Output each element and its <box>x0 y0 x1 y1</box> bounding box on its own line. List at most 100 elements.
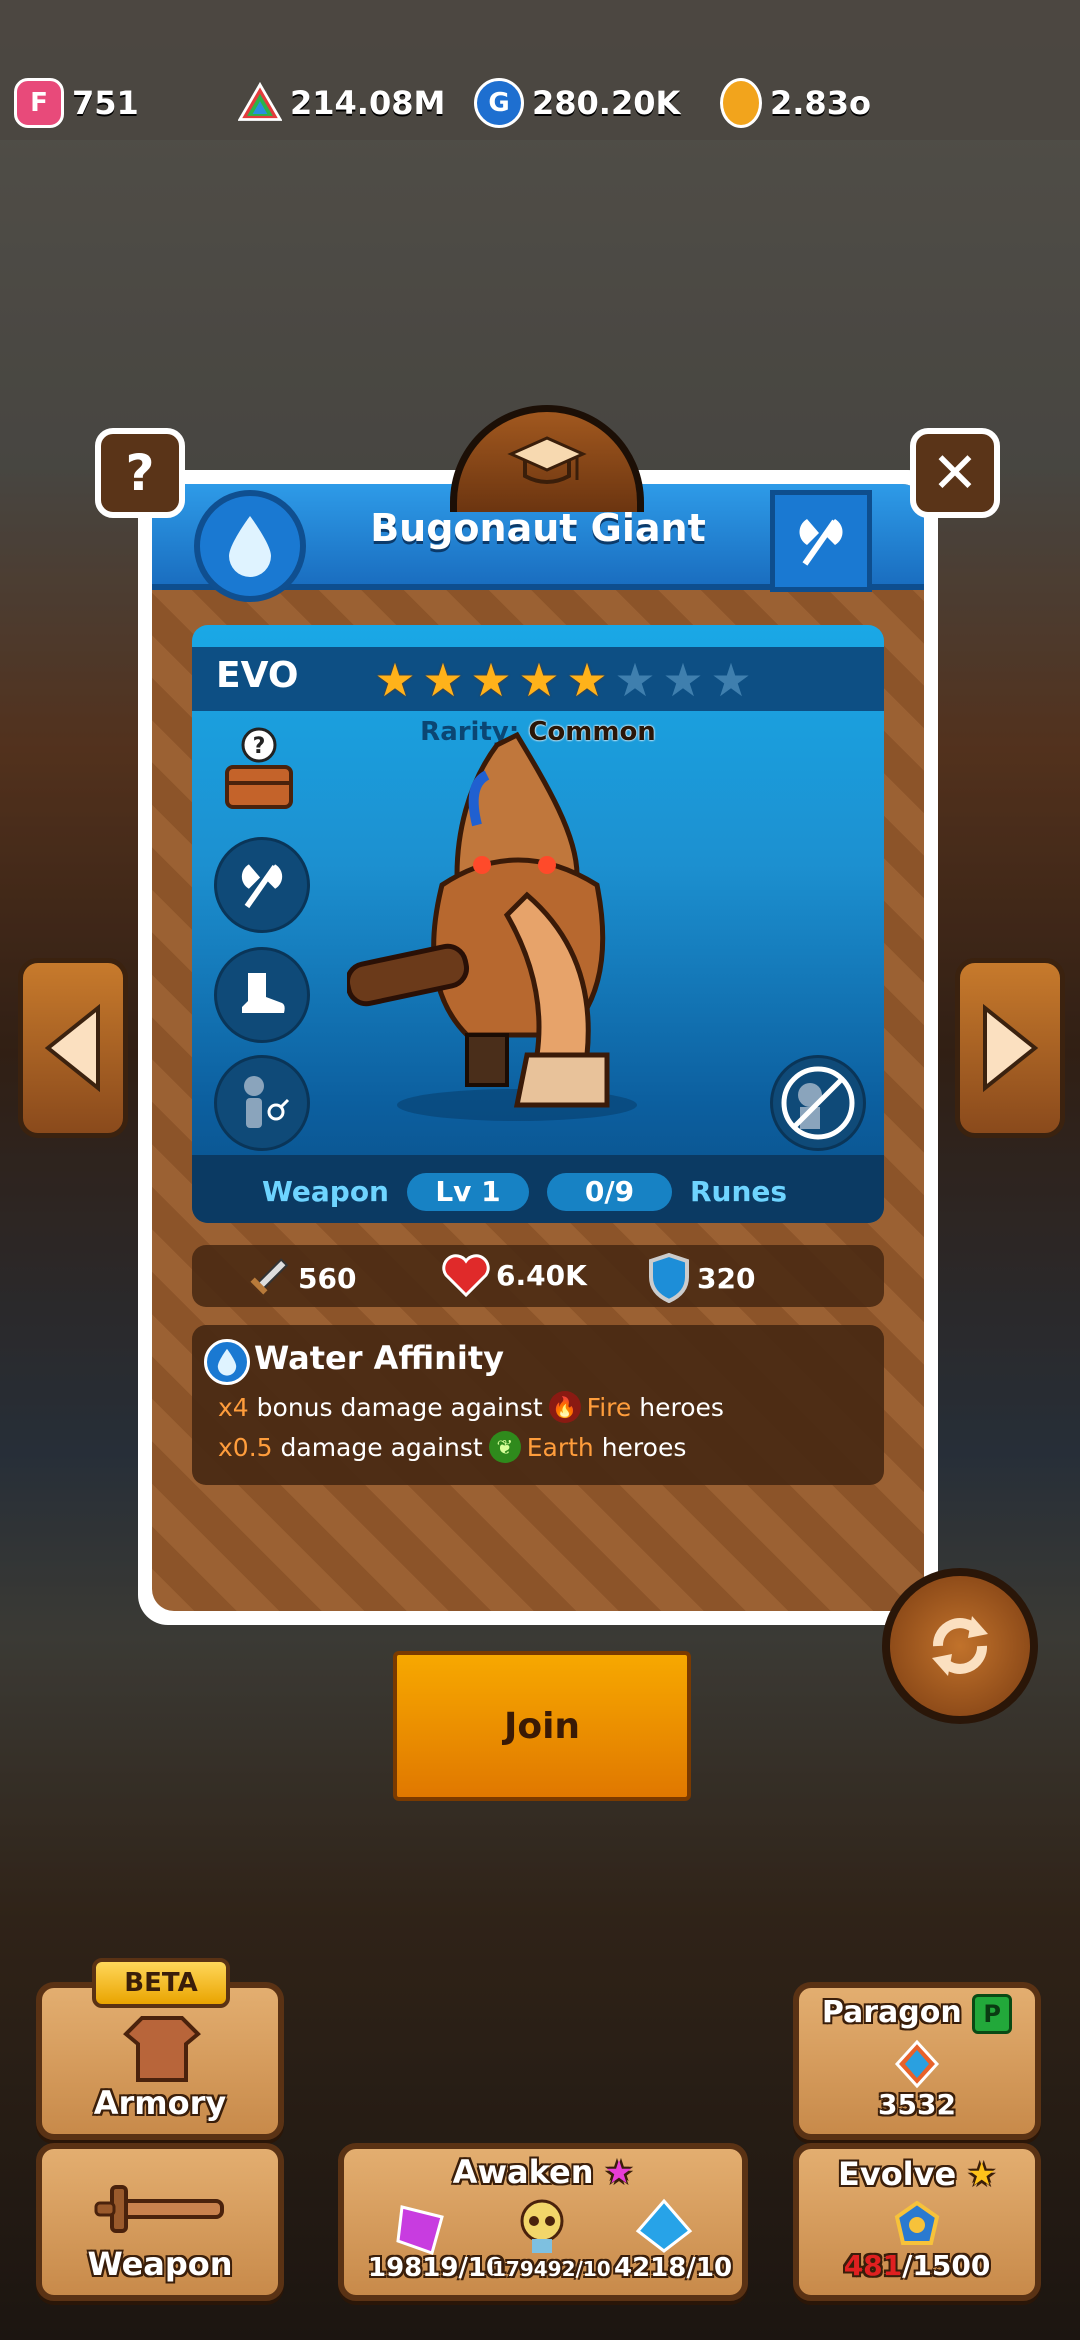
stats-row: 560 6.40K 320 <box>192 1245 884 1307</box>
leaf-icon: ❦ <box>488 1431 521 1463</box>
affinity-line-earth: x0.5 damage against ❦ Earth heroes <box>218 1431 686 1463</box>
star-filled-icon: ★ <box>422 653 464 707</box>
defense-stat: 320 <box>647 1253 755 1303</box>
star-empty-icon: ★ <box>710 653 752 707</box>
star-icon: ★ <box>604 2153 634 2191</box>
boots-slot[interactable] <box>214 947 310 1043</box>
gold-coin-icon <box>720 78 762 128</box>
water-element-badge <box>194 490 306 602</box>
currency-value: 2.83o <box>770 84 871 122</box>
help-button[interactable]: ? <box>95 428 185 518</box>
runes-count[interactable]: 0/9 <box>547 1173 672 1211</box>
g-coin-icon: G <box>474 78 524 128</box>
axe-icon <box>799 519 843 566</box>
sword-icon <box>94 2185 224 2233</box>
evolve-label: Evolve ★ <box>837 2155 997 2193</box>
health-stat: 6.40K <box>442 1253 587 1297</box>
refresh-icon <box>932 1616 988 1676</box>
chest-question-icon: ? <box>225 727 293 809</box>
currency-gold[interactable]: 2.83o <box>720 78 871 128</box>
blue-gem-icon <box>635 2198 693 2253</box>
shield-icon <box>649 1253 689 1303</box>
sword-icon <box>250 1258 289 1295</box>
class-badge[interactable] <box>770 490 872 592</box>
armor-icon <box>123 2016 201 2082</box>
fire-icon: 🔥 <box>548 1391 581 1423</box>
weapon-slot[interactable] <box>214 837 310 933</box>
awaken-item-1: 19819/10 <box>368 2253 505 2283</box>
weapon-label: Weapon <box>262 1175 389 1208</box>
currency-tri-gems[interactable]: 214.08M <box>238 78 445 128</box>
fire-text: bonus damage against <box>256 1392 543 1422</box>
water-drop-icon <box>229 516 271 577</box>
earth-suffix: heroes <box>601 1432 687 1462</box>
currency-value: 751 <box>72 84 139 122</box>
awaken-item-2: 179492/10 <box>492 2257 611 2281</box>
star-empty-icon: ★ <box>662 653 704 707</box>
fire-element: Fire <box>586 1392 632 1422</box>
evolve-medal-icon <box>894 2201 940 2245</box>
attack-stat: 560 <box>242 1253 356 1303</box>
purple-crystal-icon <box>396 2205 444 2255</box>
currency-g-coins[interactable]: G 280.20K <box>474 78 680 128</box>
star-filled-icon: ★ <box>470 653 512 707</box>
attack-value: 560 <box>298 1261 357 1295</box>
tri-gem-icon <box>238 81 282 125</box>
axe-icon <box>241 864 283 909</box>
earth-element: Earth <box>526 1432 594 1462</box>
mystery-chest-button[interactable]: ? <box>214 725 304 815</box>
evolve-current: 481 <box>843 2249 903 2282</box>
graduation-cap-icon <box>507 436 587 484</box>
svg-text:?: ? <box>253 734 266 759</box>
gender-slot[interactable] <box>214 1055 310 1151</box>
swap-hero-button[interactable] <box>882 1568 1038 1724</box>
heart-icon <box>442 1254 490 1297</box>
evo-label: EVO <box>216 655 299 696</box>
hero-card: EVO ★ ★ ★ ★ ★ ★ ★ ★ Rarity: Common ? Weapon Lv … <box>192 625 884 1223</box>
armory-label: Armory <box>93 2084 227 2122</box>
star-filled-icon: ★ <box>374 653 416 707</box>
question-icon: ? <box>125 444 155 502</box>
previous-hero-button[interactable] <box>18 958 128 1138</box>
next-hero-button[interactable] <box>955 958 1065 1138</box>
hide-costume-button[interactable] <box>770 1055 866 1151</box>
star-filled-icon: ★ <box>518 653 560 707</box>
paragon-crystal-icon <box>894 2039 940 2089</box>
evo-stars: ★ ★ ★ ★ ★ ★ ★ ★ <box>372 657 754 703</box>
hero-portrait <box>347 731 637 1121</box>
close-icon: ✕ <box>931 440 979 506</box>
earth-multiplier: x0.5 <box>218 1432 273 1462</box>
join-button[interactable]: Join <box>393 1651 691 1801</box>
no-costume-icon <box>781 1066 855 1140</box>
currency-f-gems[interactable]: F 751 <box>14 78 139 128</box>
paragon-value: 3532 <box>878 2088 956 2121</box>
affinity-panel: Water Affinity x4 bonus damage against 🔥… <box>192 1325 884 1485</box>
weapon-level[interactable]: Lv 1 <box>407 1173 529 1211</box>
weapon-menu-button[interactable]: Weapon <box>36 2143 284 2301</box>
star-empty-icon: ★ <box>614 653 656 707</box>
affinity-line-fire: x4 bonus damage against 🔥 Fire heroes <box>218 1391 724 1423</box>
evolve-button[interactable]: Evolve ★ 481/1500 <box>793 2143 1041 2301</box>
awaken-label: Awaken ★ <box>452 2153 634 2191</box>
currency-value: 280.20K <box>532 84 681 122</box>
boot-icon <box>242 973 285 1013</box>
star-filled-icon: ★ <box>566 653 608 707</box>
health-value: 6.40K <box>496 1258 587 1292</box>
runes-label[interactable]: Runes <box>690 1175 787 1208</box>
water-drop-icon <box>204 1339 250 1385</box>
arrow-left-icon <box>44 1003 100 1093</box>
affinity-title: Water Affinity <box>254 1339 505 1377</box>
awaken-button[interactable]: Awaken ★ 19819/10 179492/10 4218/10 <box>338 2143 748 2301</box>
earth-text: damage against <box>280 1432 483 1462</box>
paragon-label: Paragon P <box>799 1994 1035 2034</box>
awaken-item-3: 4218/10 <box>614 2253 733 2283</box>
star-icon: ★ <box>967 2155 997 2193</box>
close-button[interactable]: ✕ <box>910 428 1000 518</box>
figure-gender-icon <box>244 1076 290 1128</box>
defense-value: 320 <box>697 1261 756 1295</box>
fire-suffix: heroes <box>639 1392 724 1422</box>
weapon-menu-label: Weapon <box>87 2245 233 2283</box>
arrow-right-icon <box>983 1003 1039 1093</box>
fire-multiplier: x4 <box>218 1392 249 1422</box>
paragon-button[interactable]: Paragon P 3532 <box>793 1982 1041 2140</box>
